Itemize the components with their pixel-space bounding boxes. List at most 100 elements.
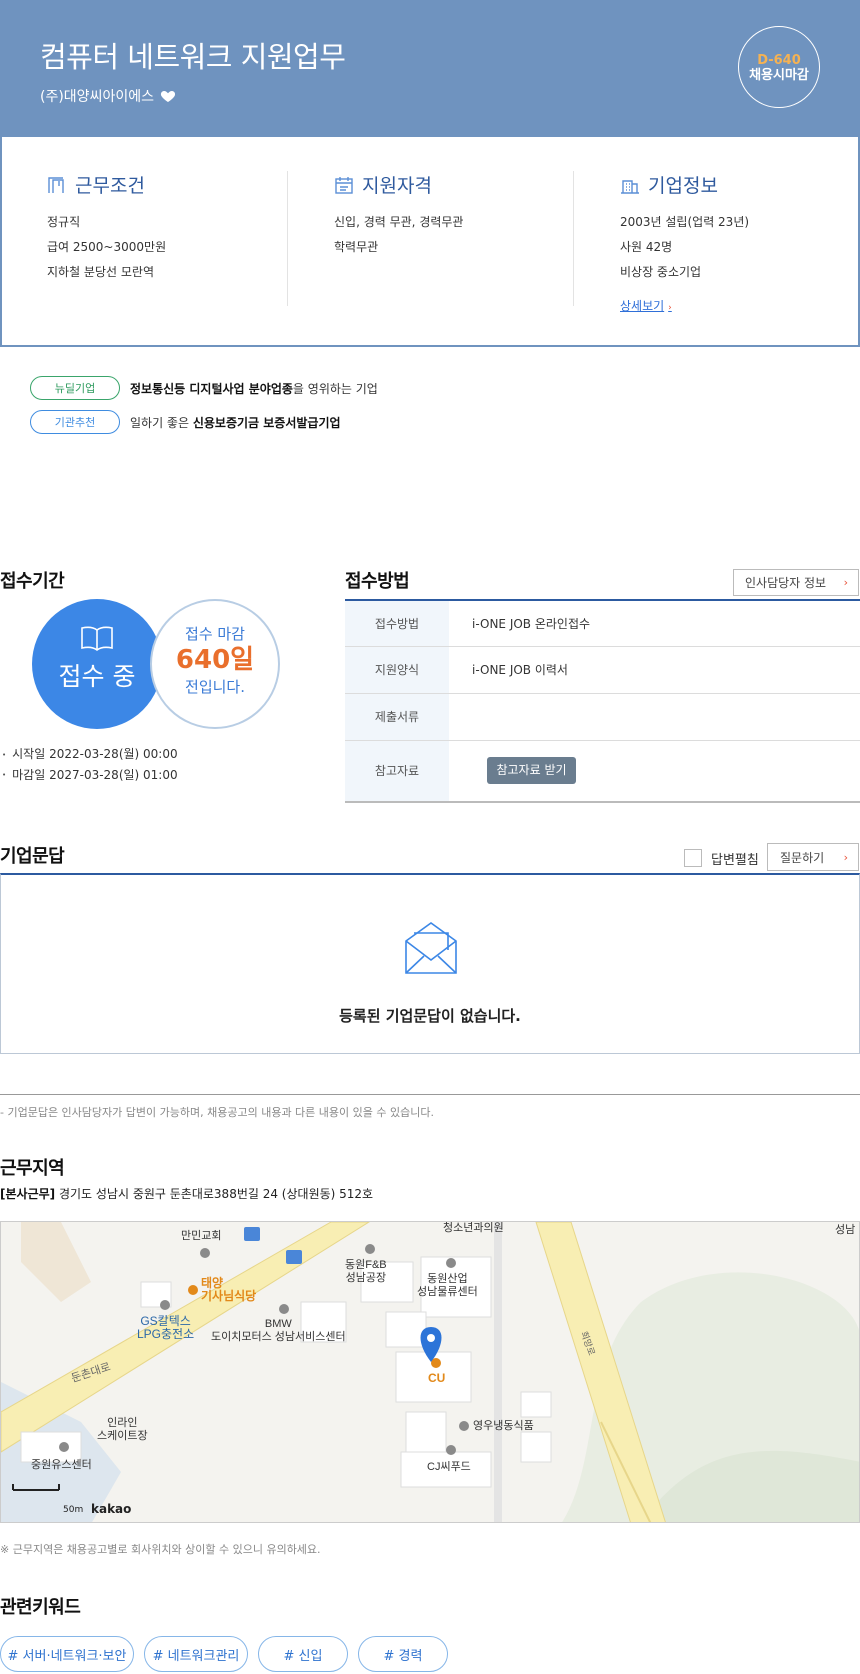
map-label: 영우냉동식품 [473, 1420, 534, 1432]
keyword-tag[interactable]: # 서버·네트워크·보안 [0, 1636, 134, 1672]
hr-info-button-label: 인사담당자 정보 [745, 576, 827, 590]
map-label: BMW 도이치모터스 성남서비스센터 [211, 1318, 346, 1343]
keyword-tag[interactable]: # 네트워크관리 [144, 1636, 248, 1672]
heart-icon[interactable] [160, 88, 176, 104]
qa-title: 기업문답 [0, 846, 65, 867]
company-info: 기업정보 2003년 설립(업력 23년) 사원 42명 비상장 중소기업 상세… [574, 171, 860, 313]
map-label: 만민교회 [181, 1230, 222, 1242]
corp-line: 비상장 중소기업 [620, 265, 702, 279]
row-value: i-ONE JOB 이력서 [449, 646, 860, 694]
expand-answers-label[interactable]: 답변펼침 [711, 849, 759, 868]
location-title: 근무지역 [0, 1158, 65, 1179]
qualifications-title: 지원자격 [362, 175, 432, 197]
job-header: 컴퓨터 네트워크 지원업무 (주)대양씨아이에스 D-640 채용시마감 [0, 0, 860, 137]
badge-description: 일하기 좋은 신용보증기금 보증서발급기업 [130, 415, 341, 430]
badge-description: 정보통신등 디지털사업 분야업종을 영위하는 기업 [130, 381, 378, 396]
deadline-label: 접수 마감 [185, 625, 245, 643]
map-scale: 50m [63, 1505, 84, 1515]
map-label: 중원유스센터 [31, 1459, 92, 1471]
newdeal-badge: 뉴딜기업 [30, 376, 120, 400]
map-label: GS칼텍스 LPG충전소 [137, 1314, 195, 1341]
table-row: 제출서류 [345, 693, 860, 741]
badge-row: 기관추천 일하기 좋은 신용보증기금 보증서발급기업 [30, 410, 341, 434]
building-icon [621, 179, 639, 194]
qualifications: 지원자격 신입, 경력 무관, 경력무관 학력무관 [288, 171, 574, 306]
map-label: 태양 기사님식당 [201, 1276, 257, 1303]
job-title: 컴퓨터 네트워크 지원업무 [40, 40, 346, 74]
ask-question-label: 질문하기 [780, 850, 825, 865]
status-circle: 접수 중 [32, 599, 162, 729]
company-name-text: (주)대양씨아이에스 [40, 89, 154, 105]
work-address: [본사근무] 경기도 성남시 중원구 둔촌대로388번길 24 (상대원동) 5… [0, 1185, 373, 1202]
company-info-title: 기업정보 [648, 175, 718, 197]
qa-note: - 기업문답은 인사담당자가 답변이 가능하며, 채용공고의 내용과 다른 내용… [0, 1106, 434, 1119]
mail-icon [405, 922, 457, 974]
qa-list: 등록된 기업문답이 없습니다. [0, 873, 860, 1054]
keyword-tag[interactable]: # 신입 [258, 1636, 348, 1672]
ask-question-button[interactable]: 질문하기 › [767, 843, 859, 871]
dday-label: 채용시마감 [749, 68, 809, 83]
row-label: 참고자료 [345, 740, 449, 803]
book-icon [81, 626, 113, 651]
period-title: 접수기간 [0, 571, 65, 592]
keyword-tag[interactable]: # 경력 [358, 1636, 448, 1672]
deadline-suffix: 전입니다. [185, 678, 245, 696]
map-label: 동원산업 성남물류센터 [417, 1273, 478, 1298]
recommend-badge: 기관추천 [30, 410, 120, 434]
table-row: 지원양식 i-ONE JOB 이력서 [345, 646, 860, 694]
qual-line: 학력무관 [334, 240, 379, 254]
work-line: 정규직 [47, 215, 81, 229]
dday-badge: D-640 채용시마감 [738, 26, 820, 108]
deadline-days: 640일 [175, 645, 255, 675]
job-summary-box: 근무조건 정규직 급여 2500~3000만원 지하철 분당선 모란역 지원자격… [0, 137, 860, 347]
company-detail-link-text: 상세보기 [620, 299, 665, 313]
chevron-right-icon: › [843, 850, 848, 864]
company-name[interactable]: (주)대양씨아이에스 [40, 86, 176, 106]
map-label: 성남 [835, 1224, 856, 1236]
qa-empty-message: 등록된 기업문답이 없습니다. [339, 1007, 521, 1025]
work-line: 급여 2500~3000만원 [47, 240, 167, 254]
dday-number: D-640 [757, 53, 801, 68]
location-map[interactable]: 만민교회 청소년과의원 성남 동원F&B 성남공장 동원산업 성남물류센터 태양… [0, 1221, 860, 1523]
chevron-right-icon: › [668, 303, 672, 313]
map-provider-logo: kakao [91, 1502, 132, 1516]
door-icon [48, 176, 64, 193]
divider [0, 1094, 860, 1095]
address-text: 경기도 성남시 중원구 둔촌대로388번길 24 (상대원동) 512호 [55, 1187, 374, 1201]
expand-answers-checkbox[interactable] [684, 849, 702, 867]
table-row: 참고자료 참고자료 받기 [345, 740, 860, 803]
start-date: 시작일 2022-03-28(월) 00:00 [2, 744, 177, 765]
chevron-right-icon: › [843, 576, 848, 589]
map-label: 동원F&B 성남공장 [345, 1259, 387, 1284]
row-label: 접수방법 [345, 600, 449, 647]
method-table: 접수방법 i-ONE JOB 온라인접수 지원양식 i-ONE JOB 이력서 … [345, 599, 860, 803]
company-detail-link[interactable]: 상세보기 › [620, 297, 672, 314]
corp-line: 2003년 설립(업력 23년) [620, 215, 750, 229]
row-label: 지원양식 [345, 646, 449, 694]
row-value: i-ONE JOB 온라인접수 [449, 600, 860, 647]
location-note: ※ 근무지역은 채용공고별로 회사위치와 상이할 수 있으니 유의하세요. [0, 1543, 321, 1556]
work-line: 지하철 분당선 모란역 [47, 265, 154, 279]
deadline-circle: 접수 마감 640일 전입니다. [150, 599, 280, 729]
table-row: 접수방법 i-ONE JOB 온라인접수 [345, 600, 860, 647]
qual-line: 신입, 경력 무관, 경력무관 [334, 215, 464, 229]
map-label: CJ씨푸드 [427, 1461, 471, 1473]
reference-download-button[interactable]: 참고자료 받기 [487, 757, 576, 785]
method-title: 접수방법 [345, 571, 410, 592]
badge-row: 뉴딜기업 정보통신등 디지털사업 분야업종을 영위하는 기업 [30, 376, 378, 400]
address-tag: [본사근무] [0, 1187, 56, 1201]
work-conditions-title: 근무조건 [75, 175, 145, 197]
calendar-icon [335, 176, 353, 194]
keyword-list: # 서버·네트워크·보안 # 네트워크관리 # 신입 # 경력 [0, 1636, 448, 1672]
map-label: 청소년과의원 [443, 1222, 504, 1234]
status-text: 접수 중 [58, 662, 136, 691]
row-value [449, 693, 860, 741]
end-date: 마감일 2027-03-28(일) 01:00 [2, 765, 177, 786]
keywords-title: 관련키워드 [0, 1597, 81, 1618]
row-label: 제출서류 [345, 693, 449, 741]
hr-info-button[interactable]: 인사담당자 정보 › [733, 569, 859, 596]
corp-line: 사원 42명 [620, 240, 673, 254]
period-dates: 시작일 2022-03-28(월) 00:00 마감일 2027-03-28(일… [2, 744, 177, 786]
map-label: 인라인 스케이트장 [97, 1417, 148, 1442]
map-label: CU [428, 1371, 446, 1385]
